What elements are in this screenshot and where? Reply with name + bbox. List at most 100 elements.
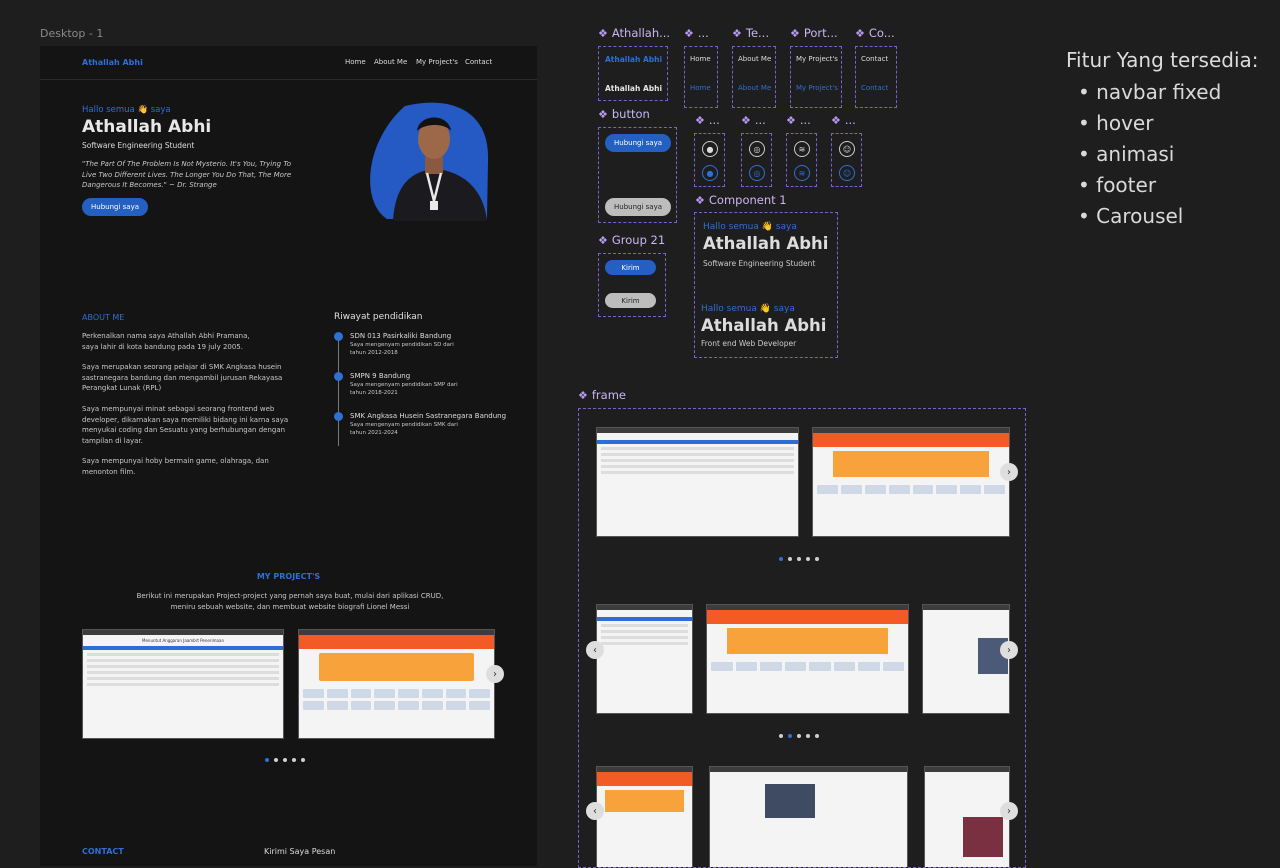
nav-home[interactable]: Home xyxy=(345,58,366,66)
discord-variants: ☺ ☺ xyxy=(831,133,862,187)
about-paragraph-1: Perkenalkan nama saya Athallah Abhi Pram… xyxy=(82,332,250,351)
about-paragraph-3: Saya mempunyai minat sebagai seorang fro… xyxy=(82,405,289,445)
component-label-social-4: ❖... xyxy=(831,113,856,127)
carousel-prev-button[interactable]: ‹ xyxy=(586,641,604,659)
carousel-dot[interactable] xyxy=(300,758,305,762)
hero-greeting: Hallo semua 👋 saya xyxy=(82,105,171,115)
comp1-role-b: Front end Web Developer xyxy=(701,339,797,348)
component-label-athallah: ❖ Athallah... xyxy=(598,26,671,40)
spotify-icon[interactable]: ≋ xyxy=(794,165,810,181)
feature-item: • hover xyxy=(1078,111,1154,135)
nav-home-default[interactable]: Home xyxy=(690,55,711,63)
carousel-slide-biography[interactable] xyxy=(922,604,1010,714)
component-label-group-21: ❖ Group 21 xyxy=(598,233,666,247)
nav-home-hover[interactable]: Home xyxy=(690,84,711,92)
instagram-variants: ◎ ◎ xyxy=(741,133,772,187)
projects-title: MY PROJECT'S xyxy=(256,572,321,581)
education-title: Riwayat pendidikan xyxy=(334,312,423,322)
nav-contact-default[interactable]: Contact xyxy=(861,55,888,63)
send-button-hover[interactable]: Kirim xyxy=(605,293,656,308)
carousel-slide-social[interactable] xyxy=(924,766,1010,867)
feature-item: • footer xyxy=(1078,173,1157,197)
navbar: Athallah Abhi Home About Me My Project's… xyxy=(40,46,537,80)
project-screenshot-shop[interactable] xyxy=(298,629,495,739)
nav-project-hover[interactable]: My Project's xyxy=(796,84,838,92)
carousel-indicators xyxy=(776,546,821,565)
nav-home-variants: Home Home xyxy=(684,46,718,108)
nav-about[interactable]: About Me xyxy=(374,58,407,66)
carousel-slide-biography[interactable] xyxy=(709,766,908,867)
instagram-icon[interactable]: ◎ xyxy=(749,165,765,181)
carousel-dot[interactable] xyxy=(291,758,296,762)
component-label-button: ❖ button xyxy=(598,107,650,121)
hire-me-button[interactable]: Hubungi saya xyxy=(82,198,148,216)
carousel-slide-shop[interactable] xyxy=(596,766,693,867)
carousel-indicators xyxy=(776,723,821,742)
timeline-dot xyxy=(334,332,343,341)
carousel-next-button[interactable]: › xyxy=(1000,463,1018,481)
carousel-slide-shop[interactable] xyxy=(812,427,1010,537)
carousel-slide-shop[interactable] xyxy=(706,604,909,714)
carousel-indicators xyxy=(262,747,307,766)
edu-school-1: SDN 013 Pasirkaliki Bandung xyxy=(350,332,452,340)
carousel-slide-crud[interactable] xyxy=(596,604,693,714)
instagram-icon[interactable]: ◎ xyxy=(749,141,765,157)
button-variants: Hubungi saya Hubungi saya xyxy=(598,127,677,223)
contact-title: CONTACT xyxy=(82,847,124,856)
comp1-name-a: Athallah Abhi xyxy=(703,234,829,253)
hero-quote: "The Part Of The Problem Is Not Mysterio… xyxy=(82,160,292,189)
brand-logo[interactable]: Athallah Abhi xyxy=(82,58,143,67)
hero-name: Athallah Abhi xyxy=(82,117,212,137)
component-label-component-1: ❖ Component 1 xyxy=(695,193,787,207)
hero-role: Software Engineering Student xyxy=(82,141,195,150)
carousel-dot[interactable] xyxy=(282,758,287,762)
component-label-port: ❖ Port... xyxy=(790,26,838,40)
discord-icon[interactable]: ☺ xyxy=(839,141,855,157)
projects-description: Berikut ini merupakan Project-project ya… xyxy=(136,592,444,611)
github-icon[interactable]: ● xyxy=(702,165,718,181)
nav-project-variants: My Project's My Project's xyxy=(790,46,842,108)
component-label-home: ❖... xyxy=(684,26,709,40)
send-button-variants: Kirim Kirim xyxy=(598,253,666,317)
contact-form-title: Kirimi Saya Pesan xyxy=(264,847,336,856)
carousel-slide-crud[interactable] xyxy=(596,427,799,537)
carousel-prev-button[interactable]: ‹ xyxy=(586,802,604,820)
discord-icon[interactable]: ☺ xyxy=(839,165,855,181)
hubungi-button-hover[interactable]: Hubungi saya xyxy=(605,198,671,216)
carousel-next-button[interactable]: › xyxy=(1000,641,1018,659)
profile-photo xyxy=(365,101,490,221)
brand-variant-white[interactable]: Athallah Abhi xyxy=(605,84,662,93)
features-list: • navbar fixed • hover • animasi • foote… xyxy=(1078,77,1221,232)
carousel-next-button[interactable]: › xyxy=(1000,802,1018,820)
carousel-dot[interactable] xyxy=(264,758,269,762)
project-screenshot-crud[interactable]: Menuntut Anggaran Jaambrt Penerimaan xyxy=(82,629,284,739)
nav-contact-variants: Contact Contact xyxy=(855,46,897,108)
component-label-frame: ❖ frame xyxy=(578,388,626,402)
component-label-social-3: ❖... xyxy=(786,113,811,127)
nav-about-default[interactable]: About Me xyxy=(738,55,771,63)
spotify-variants: ≋ ≋ xyxy=(786,133,817,187)
feature-item: • Carousel xyxy=(1078,204,1184,228)
carousel-dot[interactable] xyxy=(273,758,278,762)
nav-projects[interactable]: My Project's xyxy=(416,58,458,66)
component-label-te: ❖ Te... xyxy=(732,26,769,40)
nav-contact-hover[interactable]: Contact xyxy=(861,84,888,92)
timeline-dot xyxy=(334,412,343,421)
timeline-line xyxy=(338,336,339,446)
component-label-social-2: ❖... xyxy=(741,113,766,127)
nav-contact[interactable]: Contact xyxy=(465,58,492,66)
comp1-name-b: Athallah Abhi xyxy=(701,316,827,335)
hubungi-button-default[interactable]: Hubungi saya xyxy=(605,134,671,152)
send-button-default[interactable]: Kirim xyxy=(605,260,656,275)
carousel-next-button[interactable]: › xyxy=(486,665,504,683)
brand-variants: Athallah Abhi Athallah Abhi xyxy=(598,46,668,101)
github-variants: ● ● xyxy=(694,133,725,187)
nav-about-hover[interactable]: About Me xyxy=(738,84,771,92)
feature-item: • animasi xyxy=(1078,142,1175,166)
brand-variant-blue[interactable]: Athallah Abhi xyxy=(605,55,662,64)
edu-desc-2: Saya mengenyam pendidikan SMP dari tahun… xyxy=(350,382,458,396)
github-icon[interactable]: ● xyxy=(702,141,718,157)
crud-title: Menuntut Anggaran Jaambrt Penerimaan xyxy=(142,638,224,643)
nav-project-default[interactable]: My Project's xyxy=(796,55,838,63)
spotify-icon[interactable]: ≋ xyxy=(794,141,810,157)
